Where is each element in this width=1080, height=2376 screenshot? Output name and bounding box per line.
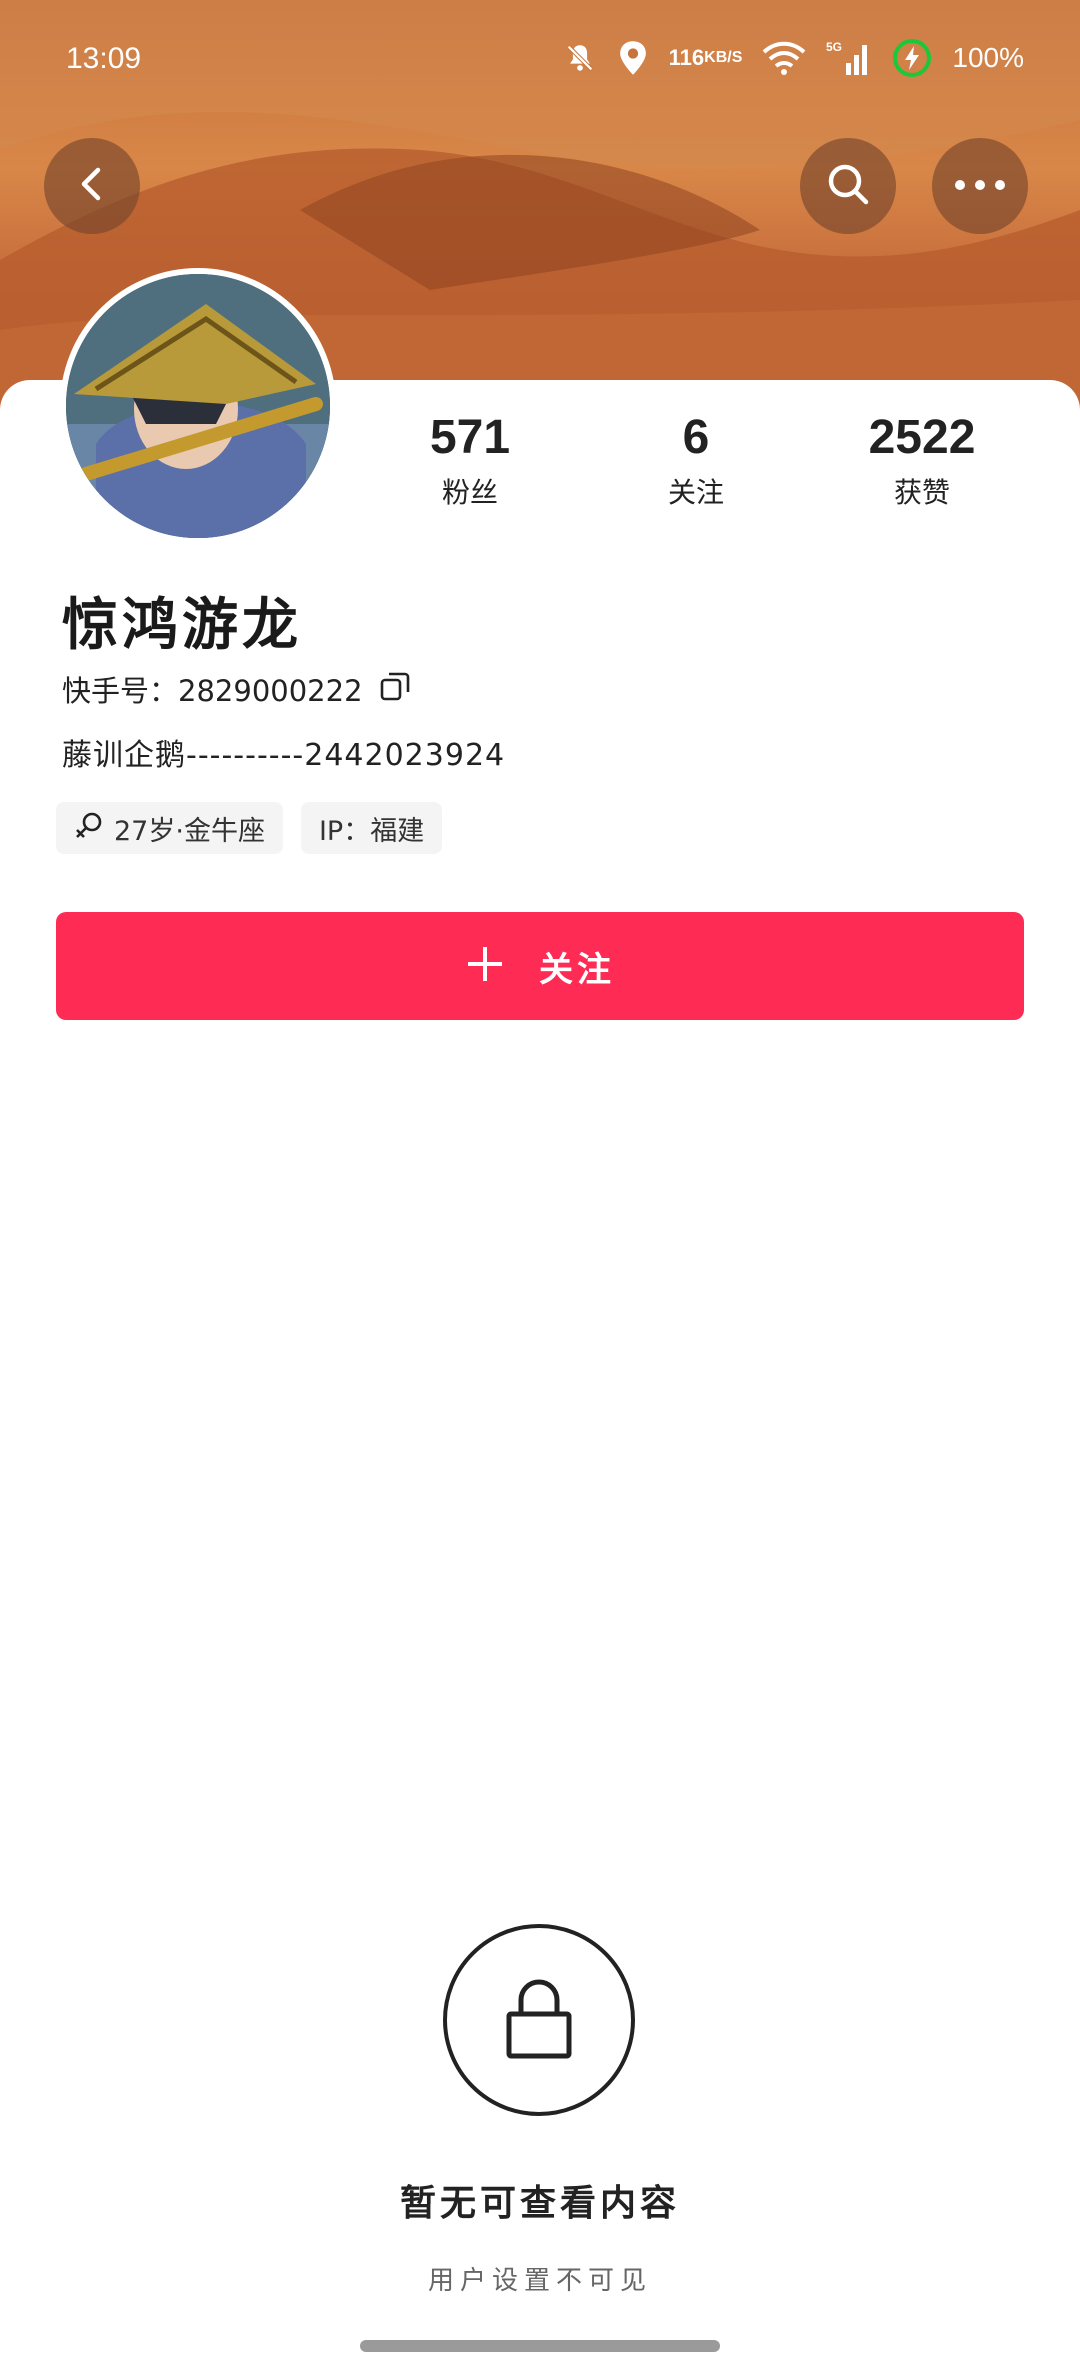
search-icon	[824, 160, 872, 212]
age-tag: 27岁·金牛座	[56, 802, 283, 854]
gender-female-icon	[74, 810, 104, 847]
copy-icon[interactable]	[379, 670, 411, 709]
fans-count: 571	[429, 411, 511, 464]
net-speed: 116 KB/S	[668, 45, 743, 70]
signal-icon: 5G	[826, 39, 872, 77]
more-button[interactable]	[932, 138, 1028, 234]
following-stat[interactable]: 6 关注	[596, 410, 796, 511]
status-icons: 116 KB/S 5G 100%	[563, 34, 1024, 82]
mute-bell-icon	[563, 41, 597, 75]
profile-tags: 27岁·金牛座 IP：福建	[56, 802, 443, 854]
network-type: 5G	[826, 40, 842, 54]
home-indicator[interactable]	[360, 2340, 720, 2352]
likes-label: 获赞	[893, 476, 950, 509]
more-dots-icon	[952, 177, 1008, 196]
battery-charging-icon	[892, 38, 932, 78]
wifi-icon	[762, 41, 806, 75]
age-zodiac: 27岁·金牛座	[114, 815, 265, 847]
empty-state-subtitle: 用户设置不可见	[427, 2266, 652, 2296]
ip-tag: IP：福建	[300, 802, 443, 854]
follow-button[interactable]: 关注	[56, 912, 1024, 1020]
fans-stat[interactable]: 571 粉丝	[370, 410, 570, 511]
back-button[interactable]	[44, 138, 140, 234]
kwai-id-row: 快手号：2829000222	[62, 668, 411, 710]
kwai-id-label: 快手号：	[62, 674, 179, 708]
location-icon	[617, 40, 649, 76]
bio: 藤训企鹅----------2442023924	[62, 738, 506, 773]
net-speed-value: 116	[668, 45, 705, 70]
empty-state-title: 暂无可查看内容	[399, 2183, 680, 2224]
kwai-id-text: 快手号：2829000222	[62, 668, 363, 710]
likes-stat[interactable]: 2522 获赞	[822, 410, 1022, 511]
battery-percent: 100%	[952, 42, 1024, 73]
lock-icon	[503, 1976, 575, 2064]
status-time: 13:09	[66, 42, 142, 75]
fans-label: 粉丝	[441, 476, 498, 509]
follow-button-label: 关注	[539, 949, 615, 990]
net-speed-unit: KB/S	[704, 49, 743, 66]
status-bar: 13:09 116 KB/S 5G 100%	[0, 0, 1080, 120]
nickname: 惊鸿游龙	[62, 593, 302, 658]
kwai-id-value: 2829000222	[178, 674, 363, 708]
following-label: 关注	[667, 476, 724, 509]
likes-count: 2522	[868, 411, 976, 464]
back-arrow-icon	[72, 164, 112, 208]
search-button[interactable]	[800, 138, 896, 234]
plus-icon	[465, 938, 505, 994]
following-count: 6	[682, 411, 710, 464]
private-lock	[443, 1924, 635, 2116]
stats-row: 571 粉丝 6 关注 2522 获赞	[0, 410, 1080, 530]
